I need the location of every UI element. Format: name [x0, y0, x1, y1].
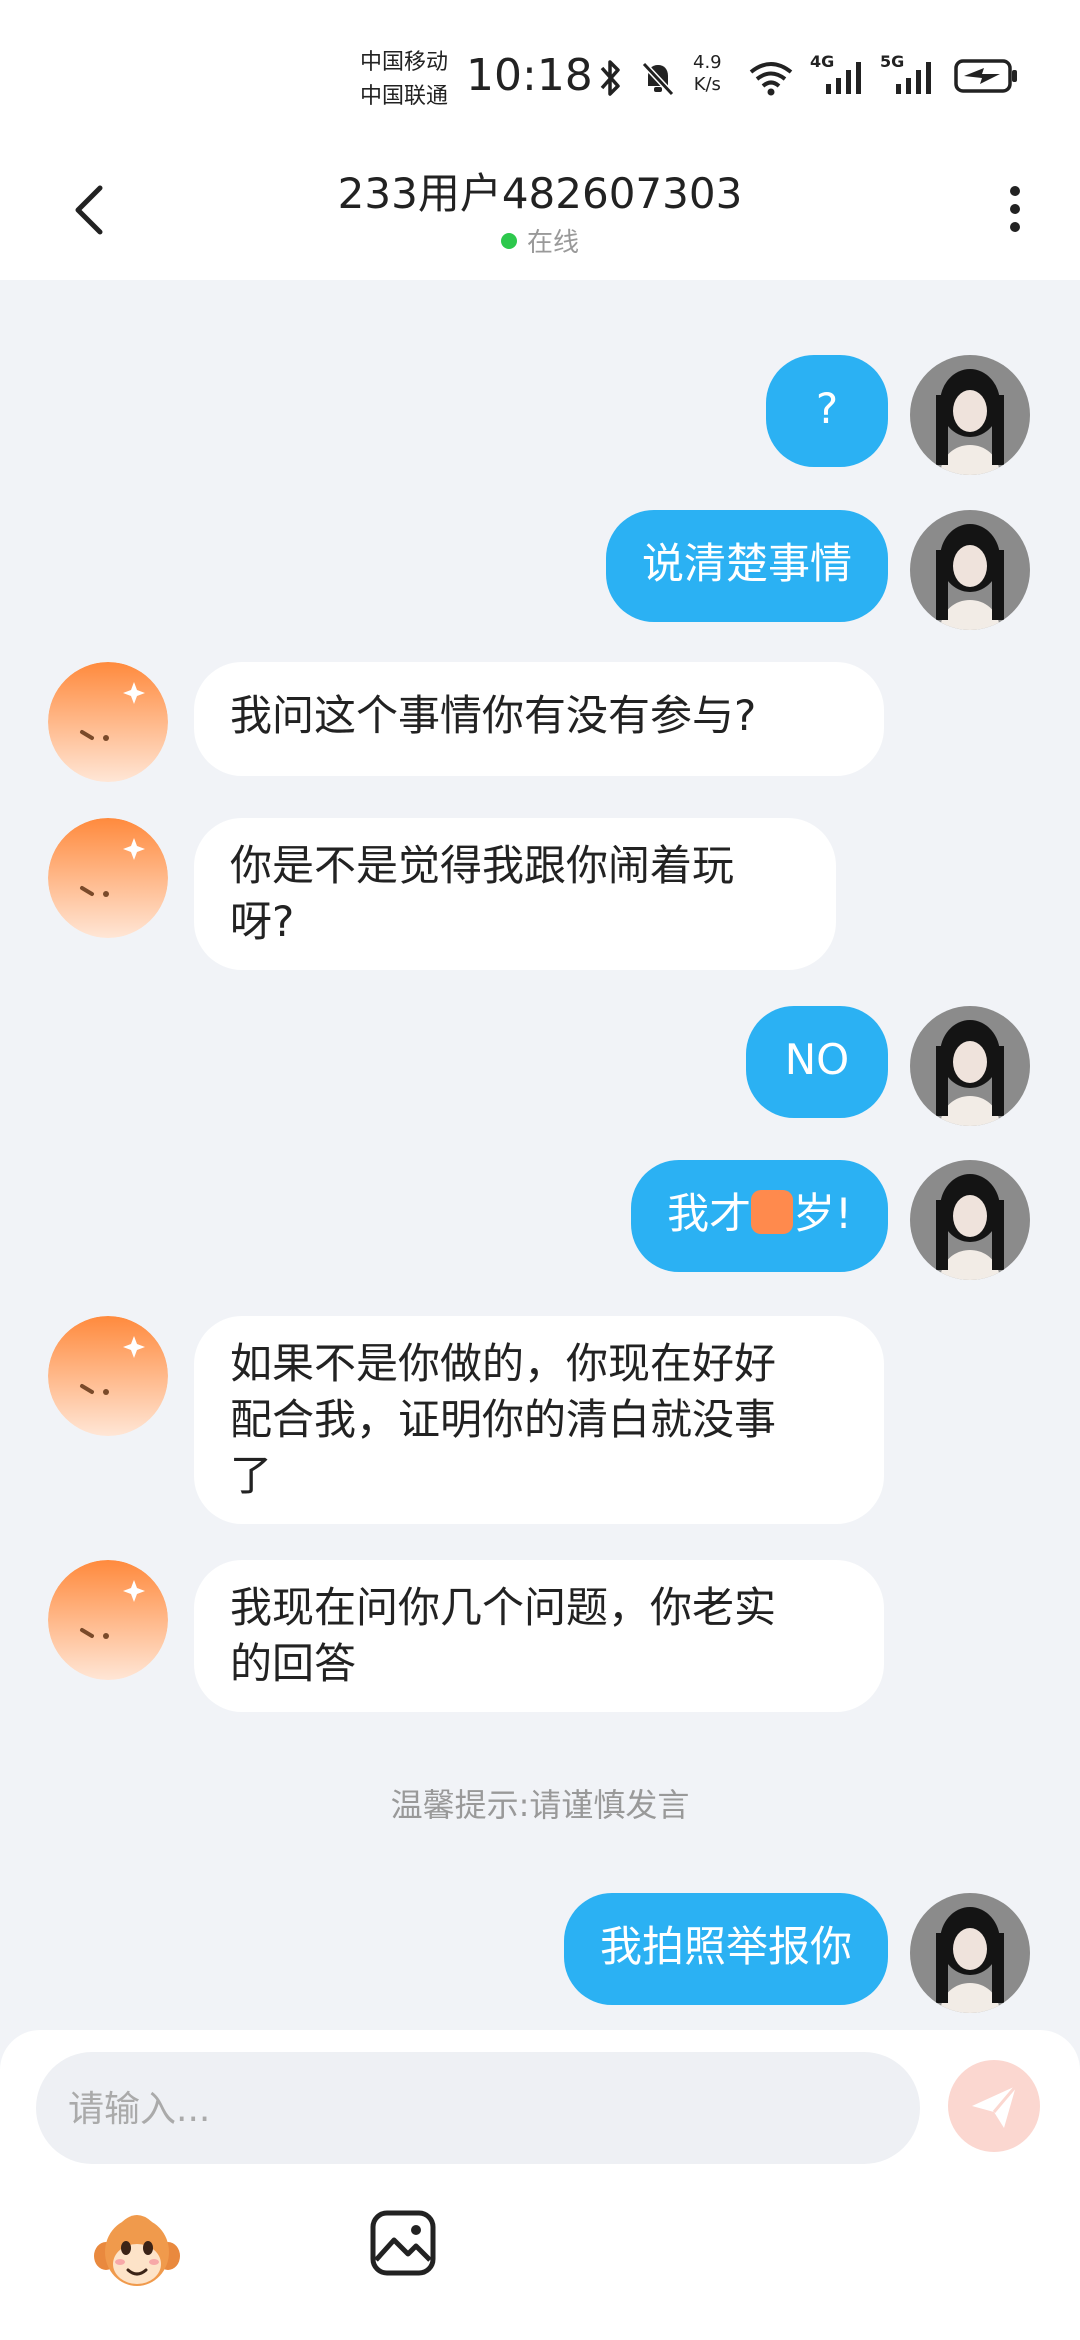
message-bubble[interactable]: 说清楚事情 [605, 510, 888, 622]
status-bar: 中国移动 中国联通 10:18 4.9 K/s 4G 5G [0, 0, 1080, 140]
message-text: ? [815, 384, 839, 433]
monkey-face-icon [94, 2215, 180, 2286]
emoji-sticker-button[interactable] [92, 2208, 182, 2298]
message-outgoing: 我拍照举报你 [0, 1893, 1080, 2013]
carrier-labels: 中国移动 中国联通 [360, 46, 448, 114]
chat-header: 233用户482607303 在线 [0, 140, 1080, 280]
signal-4g-icon: 4G [810, 52, 872, 96]
more-options-button[interactable] [1000, 180, 1030, 240]
redaction-scribble [751, 1190, 794, 1234]
status-time: 10:18 [466, 50, 593, 101]
bluetooth-icon [600, 60, 620, 96]
network-speed: 4.9 K/s [693, 52, 722, 95]
message-bubble[interactable]: 我拍照举报你 [563, 1893, 888, 2005]
message-text-line: 了 [230, 1451, 273, 1500]
composer [0, 2030, 1080, 2340]
message-text-line: 你是不是觉得我跟你闹着玩 [230, 841, 735, 890]
message-incoming: 你是不是觉得我跟你闹着玩 呀? [0, 818, 1080, 970]
battery-charging-icon [954, 59, 1017, 93]
online-status: 在线 [0, 222, 1080, 259]
online-dot-icon [500, 233, 517, 249]
message-incoming: 如果不是你做的，你现在好好 配合我，证明你的清白就没事 了 [0, 1316, 1080, 1526]
online-status-label: 在线 [526, 228, 579, 258]
message-bubble[interactable]: 我问这个事情你有没有参与? [194, 662, 884, 776]
carrier-1: 中国移动 [360, 50, 449, 75]
send-icon [972, 2085, 1018, 2128]
message-text-line: 的回答 [230, 1639, 357, 1688]
send-button[interactable] [948, 2060, 1040, 2152]
more-dots-icon [1010, 186, 1020, 196]
message-incoming: 我现在问你几个问题，你老实 的回答 [0, 1560, 1080, 1712]
message-outgoing: 我才 岁! [0, 1160, 1080, 1280]
message-text: 我拍照举报你 [599, 1922, 852, 1971]
message-incoming: 我问这个事情你有没有参与? [0, 662, 1080, 782]
wifi-icon [749, 62, 793, 96]
user-avatar[interactable] [910, 1893, 1030, 2013]
message-text: NO [784, 1035, 850, 1084]
message-bubble[interactable]: 我才 岁! [631, 1160, 888, 1272]
message-bubble[interactable]: ? [766, 355, 888, 467]
message-text-line: 呀? [230, 897, 295, 946]
message-text: 说清楚事情 [641, 539, 852, 588]
bot-avatar[interactable] [48, 818, 168, 938]
bot-avatar[interactable] [48, 1560, 168, 1680]
message-bubble[interactable]: 我现在问你几个问题，你老实 的回答 [194, 1560, 884, 1712]
image-icon [370, 2210, 436, 2276]
carrier-2: 中国联通 [360, 84, 449, 109]
user-avatar[interactable] [910, 1006, 1030, 1126]
message-bubble[interactable]: 你是不是觉得我跟你闹着玩 呀? [194, 818, 836, 970]
user-avatar[interactable] [910, 1160, 1030, 1280]
message-text: 我问这个事情你有没有参与? [230, 691, 757, 740]
message-text-line: 我现在问你几个问题，你老实 [230, 1583, 777, 1632]
message-bubble[interactable]: 如果不是你做的，你现在好好 配合我，证明你的清白就没事 了 [194, 1316, 884, 1524]
safety-tip: 温馨提示:请谨慎发言 [390, 1786, 690, 1824]
message-text-line: 如果不是你做的，你现在好好 [230, 1339, 777, 1388]
message-outgoing: NO [0, 1006, 1080, 1126]
message-text-line: 配合我，证明你的清白就没事 [230, 1395, 777, 1444]
user-avatar[interactable] [910, 510, 1030, 630]
bot-avatar[interactable] [48, 662, 168, 782]
signal-5g-icon: 5G [880, 52, 942, 96]
bot-avatar[interactable] [48, 1316, 168, 1436]
image-picker-button[interactable] [368, 2208, 438, 2278]
message-input[interactable] [66, 2052, 890, 2166]
message-text-prefix: 我才 [667, 1189, 752, 1238]
message-outgoing: 说清楚事情 [0, 510, 1080, 630]
status-icons: 4.9 K/s 4G 5G [598, 52, 1028, 100]
message-text-suffix: 岁! [793, 1189, 852, 1238]
mute-icon [641, 61, 675, 97]
chat-title: 233用户482607303 [337, 169, 743, 218]
message-outgoing: ? [0, 355, 1080, 475]
user-avatar[interactable] [910, 355, 1030, 475]
message-input-container[interactable] [36, 2052, 920, 2166]
message-bubble[interactable]: NO [746, 1006, 888, 1118]
